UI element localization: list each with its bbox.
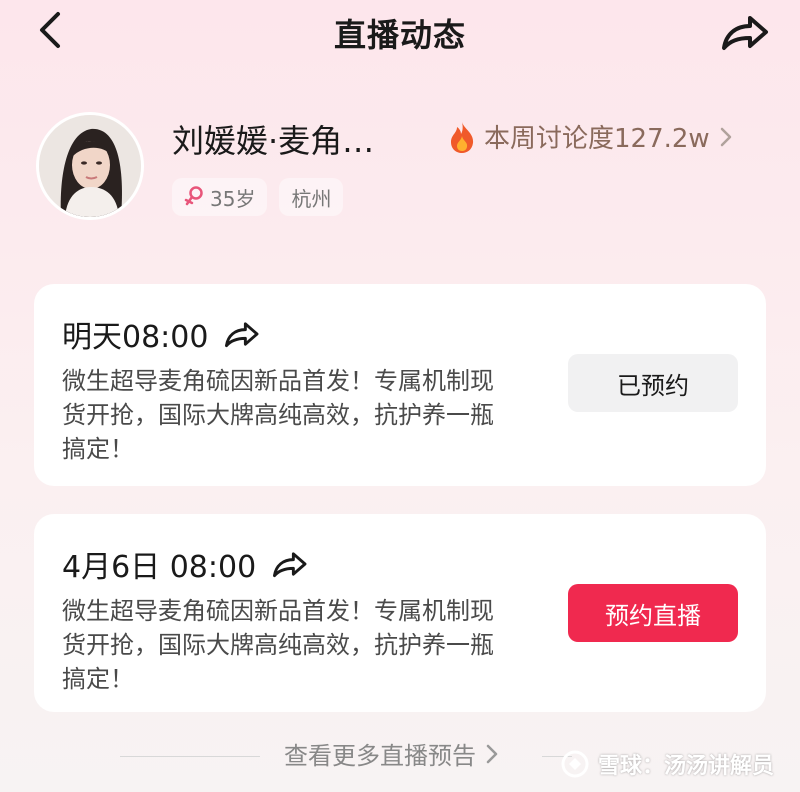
live-description: 微生超导麦角硫因新品首发！专属机制现货开抢，国际大牌高纯高效，抗护养一瓶搞定！ bbox=[62, 367, 494, 463]
chevron-right-icon bbox=[486, 744, 498, 763]
more-previews-label: 查看更多直播预告 bbox=[284, 742, 476, 770]
city-tag: 杭州 bbox=[279, 178, 344, 216]
reserved-button[interactable]: 已预约 bbox=[568, 354, 738, 412]
discussion-heat[interactable]: 本周讨论度127.2w bbox=[448, 118, 734, 155]
share-button[interactable] bbox=[718, 10, 770, 54]
age-label: 35岁 bbox=[210, 186, 256, 211]
heat-label: 本周讨论度127.2w bbox=[484, 124, 710, 154]
share-arrow-icon bbox=[722, 16, 768, 50]
card-time-row: 明天08:00 bbox=[62, 312, 260, 356]
live-description: 微生超导麦角硫因新品首发！专属机制现货开抢，国际大牌高纯高效，抗护养一瓶搞定！ bbox=[62, 597, 494, 693]
profile-tags: 35岁 杭州 bbox=[172, 178, 344, 216]
age-tag: 35岁 bbox=[172, 178, 268, 216]
city-label: 杭州 bbox=[291, 186, 332, 211]
flame-icon bbox=[451, 121, 474, 153]
card-time-row: 4月6日 08:00 bbox=[62, 542, 308, 586]
watermark-text: 雪球：汤汤讲解员 bbox=[598, 754, 775, 779]
share-arrow-icon[interactable] bbox=[222, 318, 260, 350]
top-bar: 直播动态 bbox=[0, 0, 800, 62]
xueqiu-logo-icon bbox=[561, 750, 589, 778]
avatar-portrait bbox=[39, 115, 141, 217]
page-title: 直播动态 bbox=[333, 16, 466, 54]
watermark: 雪球：汤汤讲解员 bbox=[560, 748, 774, 780]
female-icon bbox=[184, 186, 203, 206]
reserve-live-button[interactable]: 预约直播 bbox=[568, 584, 738, 642]
live-time: 明天08:00 bbox=[62, 320, 209, 355]
chevron-right-icon bbox=[720, 127, 731, 146]
avatar[interactable] bbox=[36, 112, 144, 220]
live-time: 4月6日 08:00 bbox=[62, 550, 257, 585]
share-arrow-icon[interactable] bbox=[270, 548, 308, 580]
streamer-name: 刘媛媛·麦角… bbox=[172, 122, 375, 160]
live-preview-card: 明天08:00 微生超导麦角硫因新品首发！专属机制现货开抢，国际大牌高纯高效，抗… bbox=[34, 284, 766, 486]
divider-left bbox=[120, 756, 260, 757]
live-preview-card: 4月6日 08:00 微生超导麦角硫因新品首发！专属机制现货开抢，国际大牌高纯高… bbox=[34, 514, 766, 712]
more-previews-link[interactable]: 查看更多直播预告 bbox=[284, 736, 500, 771]
